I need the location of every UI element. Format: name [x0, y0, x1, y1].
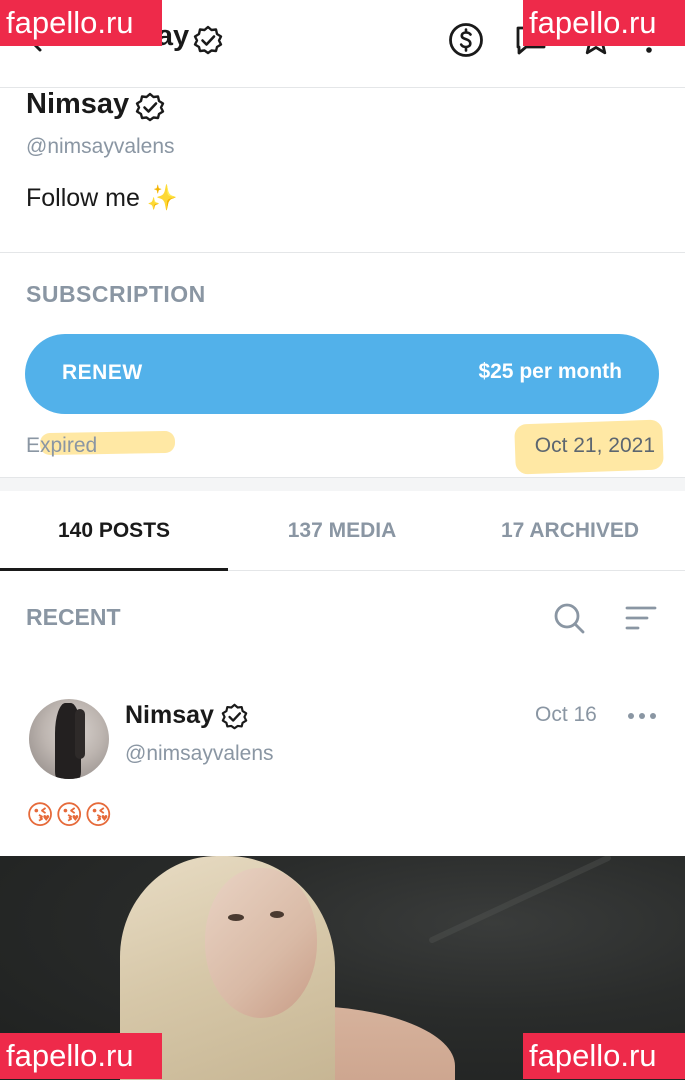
- profile-bio: Follow me ✨: [26, 184, 178, 213]
- section-divider: [0, 477, 685, 491]
- watermark: fapello.ru: [523, 1033, 685, 1079]
- tab-posts[interactable]: 140 POSTS: [0, 491, 228, 571]
- post-text: 😘😘😘: [26, 800, 114, 831]
- subscription-expiry-date: Oct 21, 2021: [534, 434, 655, 457]
- subscription-label: SUBSCRIPTION: [26, 281, 206, 307]
- profile-name: Nimsay: [26, 88, 130, 120]
- post-date: Oct 16: [535, 703, 597, 726]
- dollar-icon[interactable]: [448, 22, 484, 58]
- watermark: fapello.ru: [0, 0, 162, 46]
- watermark: fapello.ru: [0, 1033, 162, 1079]
- active-tab-indicator: [0, 568, 228, 571]
- subscription-status: Expired: [26, 434, 98, 457]
- verified-icon: [221, 703, 248, 730]
- divider: [0, 252, 685, 253]
- post-author-name[interactable]: Nimsay: [125, 701, 214, 730]
- subscription-price: $25 per month: [478, 360, 622, 383]
- sparkles-icon: ✨: [146, 184, 179, 212]
- bio-text: Follow me: [26, 184, 140, 212]
- profile-tabs: 140 POSTS 137 MEDIA 17 ARCHIVED: [0, 491, 685, 571]
- avatar[interactable]: [29, 699, 109, 779]
- sort-icon[interactable]: [624, 603, 658, 633]
- verified-icon: [193, 25, 223, 55]
- tab-media[interactable]: 137 MEDIA: [228, 491, 456, 571]
- profile-handle[interactable]: @nimsayvalens: [26, 135, 175, 159]
- renew-button[interactable]: RENEW $25 per month: [25, 334, 659, 414]
- watermark: fapello.ru: [523, 0, 685, 46]
- search-icon[interactable]: [552, 601, 586, 635]
- tab-archived[interactable]: 17 ARCHIVED: [456, 491, 684, 571]
- more-horizontal-icon[interactable]: [626, 706, 658, 726]
- renew-label: RENEW: [62, 361, 143, 384]
- verified-icon: [135, 92, 165, 122]
- post-author-handle[interactable]: @nimsayvalens: [125, 742, 274, 766]
- feed-section-label: RECENT: [26, 604, 121, 630]
